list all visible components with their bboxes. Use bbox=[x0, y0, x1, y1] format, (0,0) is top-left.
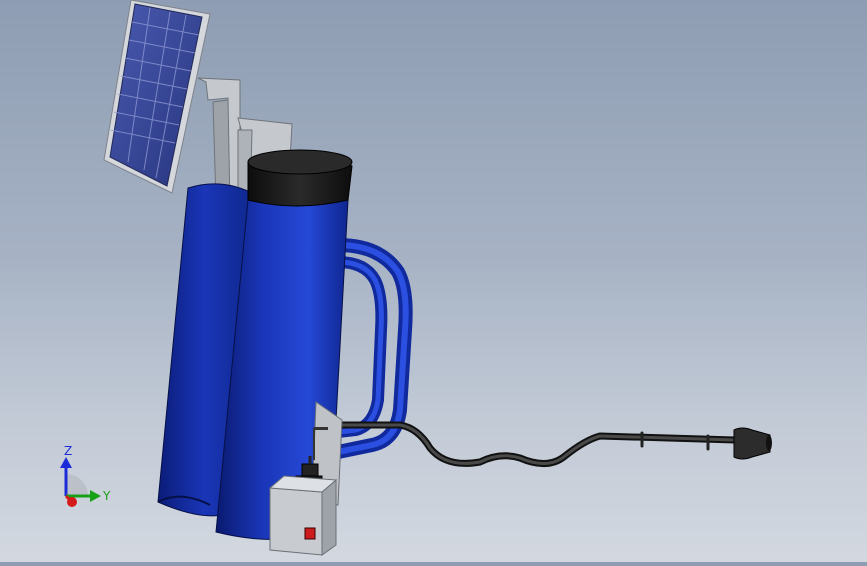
3d-viewport[interactable] bbox=[0, 0, 867, 562]
hose-nozzle bbox=[733, 427, 772, 460]
model-scene[interactable] bbox=[0, 0, 867, 562]
power-switch[interactable] bbox=[304, 527, 316, 540]
x-axis-arrow-icon bbox=[67, 497, 77, 507]
control-box bbox=[268, 475, 338, 556]
y-axis-label: Y bbox=[102, 489, 111, 503]
solar-panel bbox=[103, 0, 211, 194]
axis-triad: Z Y bbox=[48, 440, 120, 512]
y-axis-arrow-icon bbox=[90, 490, 101, 502]
triad-quadrant bbox=[66, 474, 88, 496]
handle-pipes bbox=[331, 238, 413, 459]
tank-cap bbox=[247, 149, 353, 207]
z-axis-label: Z bbox=[64, 444, 72, 458]
z-axis-arrow-icon bbox=[60, 457, 72, 468]
